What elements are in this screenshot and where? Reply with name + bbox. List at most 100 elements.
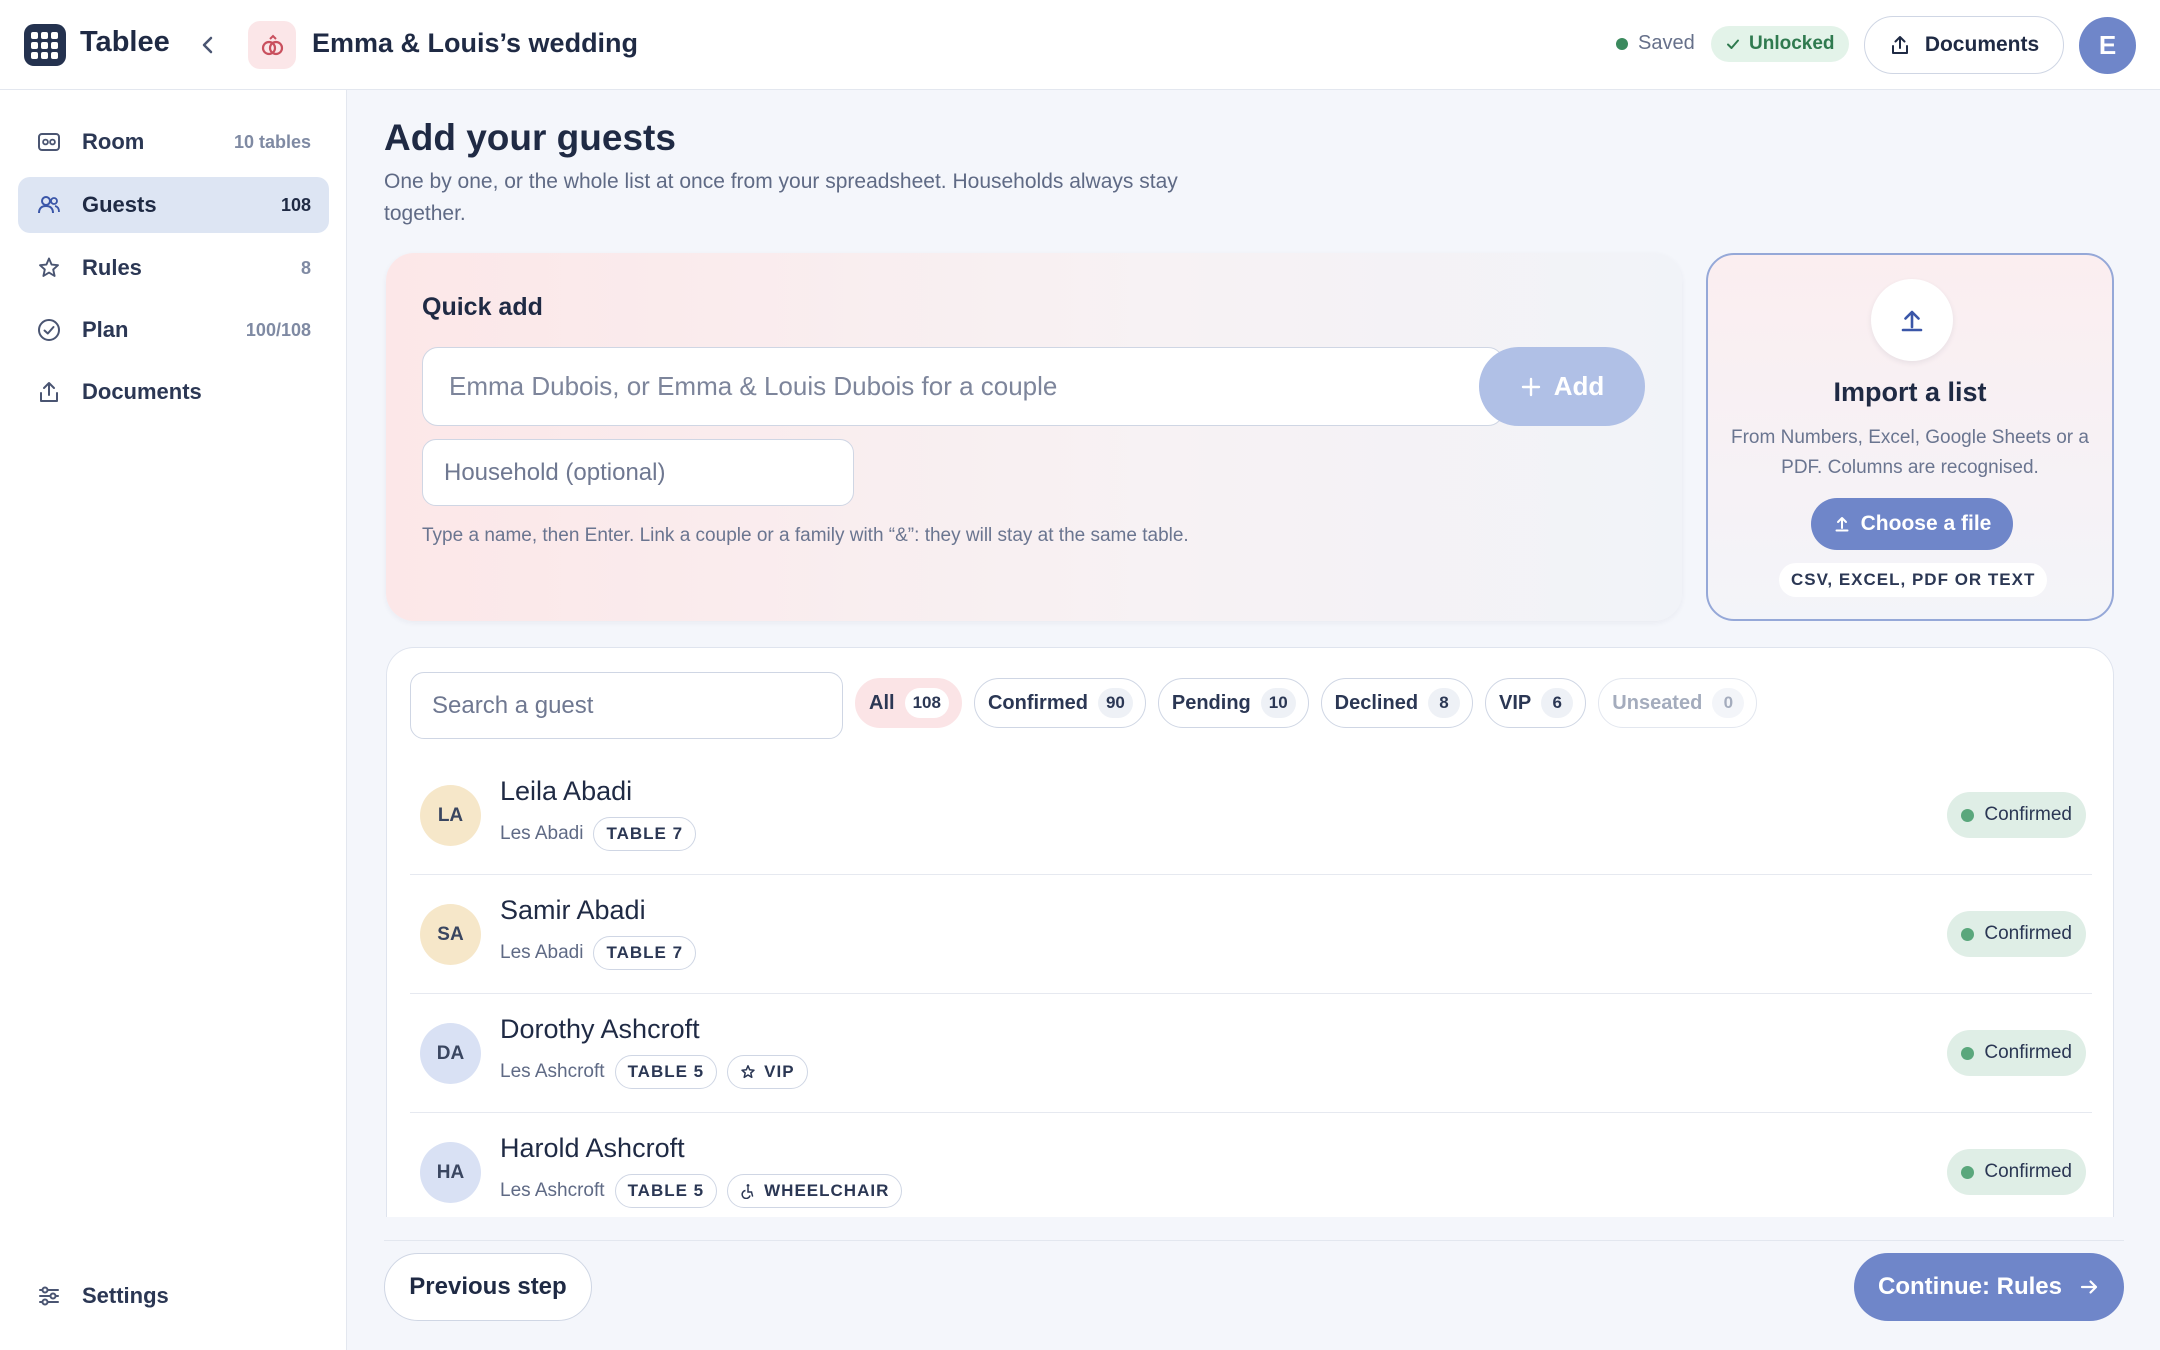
sidebar-item-label: Room — [82, 129, 145, 154]
filter-unseated[interactable]: Unseated 0 — [1598, 678, 1758, 728]
filter-all[interactable]: All 108 — [855, 678, 962, 728]
upload-icon — [1871, 279, 1953, 361]
status-badge[interactable]: Confirmed — [1947, 1030, 2086, 1076]
choose-file-label: Choose a file — [1860, 512, 1992, 535]
import-description: From Numbers, Excel, Google Sheets or a … — [1731, 427, 2089, 478]
filter-label: Pending — [1171, 691, 1251, 714]
add-button-label: Add — [1553, 371, 1605, 401]
guest-household: Les Abadi — [500, 823, 584, 844]
sidebar-item-documents[interactable]: Documents — [18, 364, 329, 420]
status-label: Confirmed — [1984, 1042, 2072, 1063]
unlocked-badge: Unlocked — [1711, 26, 1849, 62]
guest-row[interactable]: HA Harold Ashcroft Les Ashcroft TABLE 5 … — [410, 1113, 2092, 1217]
users-icon — [36, 192, 62, 218]
filter-label: All — [869, 691, 895, 714]
filter-declined[interactable]: Declined 8 — [1320, 678, 1474, 728]
page-title: Add your guests — [384, 117, 676, 158]
filter-count: 10 — [1260, 688, 1296, 718]
status-badge[interactable]: Confirmed — [1947, 792, 2086, 838]
user-avatar[interactable]: E — [2079, 17, 2136, 74]
guest-name-input[interactable] — [422, 347, 1504, 426]
check-icon — [1727, 39, 1739, 49]
status-badge[interactable]: Confirmed — [1947, 1149, 2086, 1195]
status-dot-icon — [1961, 808, 1975, 822]
formats-badge: CSV, EXCEL, PDF OR TEXT — [1779, 563, 2048, 597]
app-name: Tablee — [80, 26, 170, 58]
sidebar-item-settings[interactable]: Settings — [18, 1268, 329, 1324]
sidebar-item-count: 10 tables — [233, 131, 311, 152]
rings-icon — [248, 21, 296, 69]
upload-icon — [36, 379, 62, 405]
arrow-right-icon — [2080, 1280, 2098, 1294]
household-input[interactable] — [422, 439, 854, 506]
choose-file-button[interactable]: Choose a file — [1811, 498, 2013, 550]
filter-vip[interactable]: VIP 6 — [1485, 678, 1587, 728]
back-chevron-icon[interactable] — [196, 28, 220, 62]
guest-meta: Les Ashcroft TABLE 5 VIP — [500, 1055, 808, 1089]
unlocked-label: Unlocked — [1749, 33, 1835, 54]
import-card[interactable]: Import a list From Numbers, Excel, Googl… — [1706, 253, 2114, 621]
star-icon — [741, 1065, 755, 1079]
saved-dot-icon — [1616, 37, 1628, 50]
filter-chips: All 108 Confirmed 90 Pending 10 Declined… — [855, 678, 1758, 728]
guest-household: Les Ashcroft — [500, 1180, 605, 1201]
status-dot-icon — [1961, 1165, 1975, 1179]
saved-label: Saved — [1638, 32, 1695, 54]
guest-search-input[interactable] — [410, 672, 843, 739]
upload-icon — [1835, 517, 1849, 532]
status-badge[interactable]: Confirmed — [1947, 911, 2086, 957]
table-tag: TABLE 7 — [593, 936, 697, 970]
guest-avatar: DA — [420, 1023, 481, 1084]
filter-count: 8 — [1428, 688, 1461, 718]
documents-button-label: Documents — [1924, 33, 2040, 56]
table-tag: TABLE 7 — [593, 817, 697, 851]
filter-confirmed[interactable]: Confirmed 90 — [973, 678, 1146, 728]
event-title: Emma & Louis’s wedding — [312, 28, 639, 58]
sidebar-item-guests[interactable]: Guests 108 — [18, 177, 329, 233]
guest-avatar: SA — [420, 904, 481, 965]
filter-label: Confirmed — [987, 691, 1088, 714]
filter-label: Unseated — [1612, 691, 1703, 714]
logo-icon[interactable] — [24, 24, 66, 66]
sidebar-item-count: 108 — [280, 194, 311, 215]
guest-row[interactable]: DA Dorothy Ashcroft Les Ashcroft TABLE 5… — [410, 994, 2092, 1113]
guest-meta: Les Abadi TABLE 7 — [500, 817, 697, 851]
guest-row[interactable]: LA Leila Abadi Les Abadi TABLE 7 Confirm… — [410, 756, 2092, 875]
filter-count: 108 — [904, 688, 949, 718]
sidebar: Room 10 tables Guests 108 Rules 8 Plan 1… — [0, 90, 347, 1350]
filter-pending[interactable]: Pending 10 — [1157, 678, 1309, 728]
filter-count: 90 — [1097, 688, 1133, 718]
guest-household: Les Ashcroft — [500, 1061, 605, 1082]
sidebar-item-label: Documents — [82, 379, 202, 404]
status-label: Confirmed — [1984, 1161, 2072, 1182]
guest-row[interactable]: SA Samir Abadi Les Abadi TABLE 7 Confirm… — [410, 875, 2092, 994]
sidebar-item-plan[interactable]: Plan 100/108 — [18, 302, 329, 358]
top-bar: Tablee Emma & Louis’s wedding Saved Unlo… — [0, 0, 2160, 90]
sidebar-item-count: 100/108 — [245, 319, 311, 340]
status-label: Confirmed — [1984, 804, 2072, 825]
quick-add-title: Quick add — [422, 293, 543, 321]
tag-label: WHEELCHAIR — [764, 1181, 890, 1200]
guest-name: Dorothy Ashcroft — [500, 1014, 700, 1044]
page-subtitle: One by one, or the whole list at once fr… — [384, 170, 1178, 225]
wheelchair-icon — [741, 1184, 754, 1199]
export-icon — [1891, 36, 1908, 54]
filter-count: 0 — [1712, 688, 1745, 718]
previous-step-button[interactable]: Previous step — [384, 1253, 592, 1321]
settings-label: Settings — [82, 1283, 169, 1308]
sidebar-item-label: Rules — [82, 255, 142, 280]
guest-name: Leila Abadi — [500, 776, 633, 806]
guest-avatar: HA — [420, 1142, 481, 1203]
status-dot-icon — [1961, 1046, 1975, 1060]
continue-label: Continue: Rules — [1878, 1273, 2062, 1300]
sidebar-item-rules[interactable]: Rules 8 — [18, 240, 329, 296]
sidebar-item-label: Guests — [82, 192, 157, 217]
documents-button[interactable]: Documents — [1864, 16, 2064, 74]
sidebar-item-count: 8 — [300, 257, 311, 278]
add-guest-button[interactable]: Add — [1479, 347, 1645, 426]
continue-button[interactable]: Continue: Rules — [1854, 1253, 2124, 1321]
sidebar-item-room[interactable]: Room 10 tables — [18, 114, 329, 170]
room-icon — [36, 129, 62, 155]
status-label: Confirmed — [1984, 923, 2072, 944]
quick-add-hint: Type a name, then Enter. Link a couple o… — [422, 525, 1189, 546]
